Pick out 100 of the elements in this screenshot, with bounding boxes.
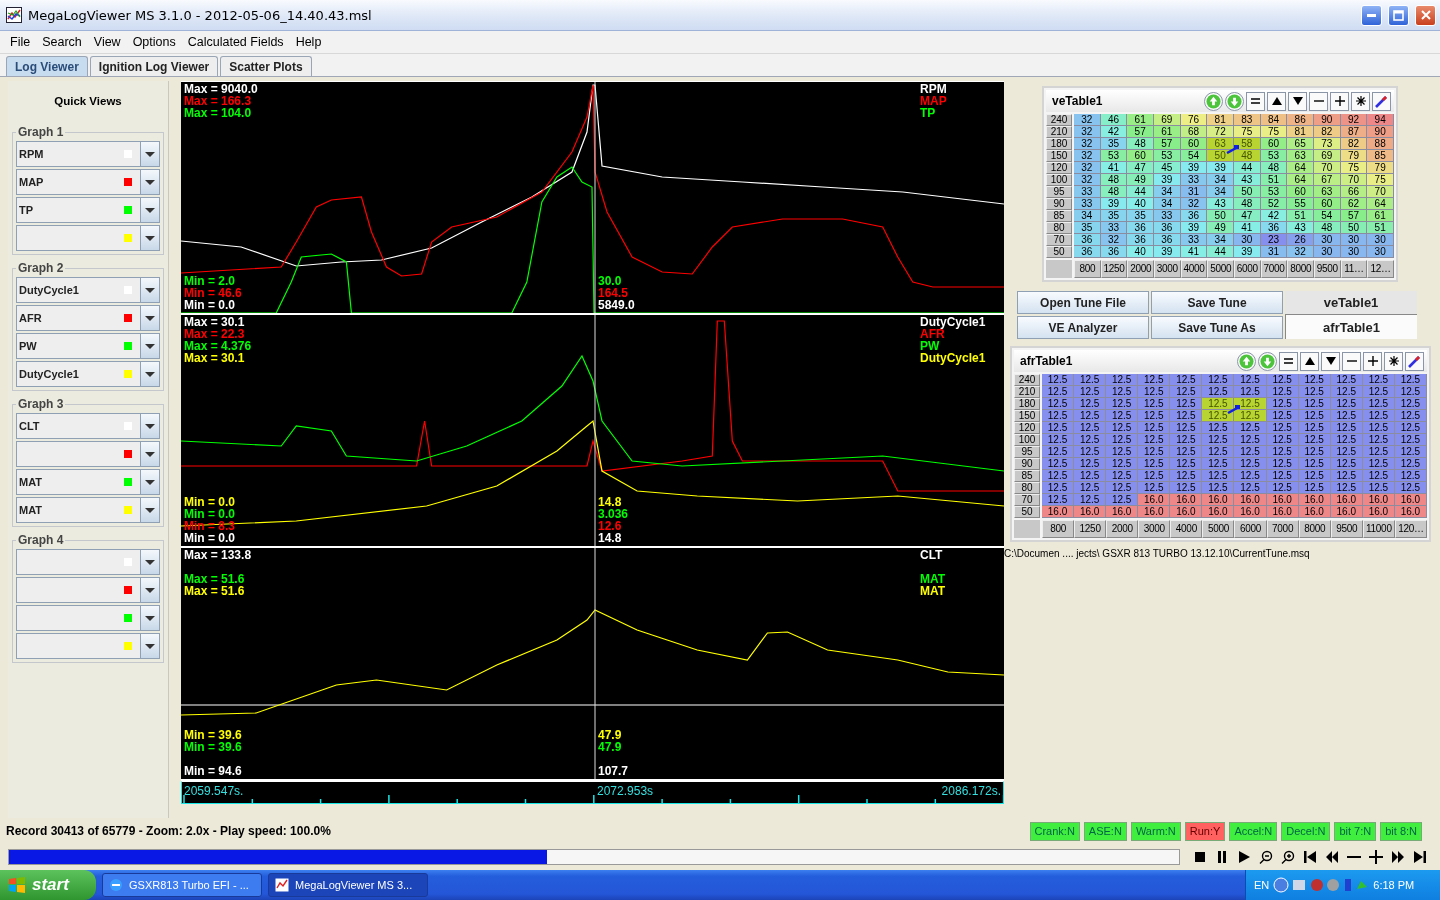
table-cell[interactable]: 51 bbox=[1287, 210, 1314, 222]
table-cell[interactable]: 60 bbox=[1314, 198, 1341, 210]
table-cell[interactable]: 12.5 bbox=[1042, 458, 1075, 470]
table-cell[interactable]: 90 bbox=[1314, 114, 1341, 126]
table-cell[interactable]: 16.0 bbox=[1042, 506, 1075, 518]
table-cell[interactable]: 75 bbox=[1367, 174, 1394, 186]
table-cell[interactable]: 32 bbox=[1074, 162, 1101, 174]
table-cell[interactable]: 70 bbox=[1367, 186, 1394, 198]
dropdown-button[interactable] bbox=[140, 606, 159, 630]
table-cell[interactable]: 16.0 bbox=[1170, 506, 1203, 518]
table-cell[interactable]: 63 bbox=[1207, 138, 1234, 150]
table-cell[interactable]: 12.5 bbox=[1362, 386, 1395, 398]
table-cell[interactable]: 36 bbox=[1100, 246, 1128, 258]
edit-button[interactable] bbox=[1405, 351, 1424, 371]
table-cell[interactable]: 12.5 bbox=[1234, 386, 1267, 398]
table-cell[interactable]: 30 bbox=[1340, 234, 1368, 246]
table-cell[interactable]: 12.5 bbox=[1266, 398, 1299, 410]
table-cell[interactable]: 53 bbox=[1154, 150, 1181, 162]
table-cell[interactable]: 12.5 bbox=[1298, 434, 1331, 446]
table-cell[interactable]: 60 bbox=[1127, 150, 1154, 162]
table-cell[interactable]: 48 bbox=[1100, 174, 1128, 186]
table-cell[interactable]: 94 bbox=[1367, 114, 1394, 126]
table-cell[interactable]: 16.0 bbox=[1298, 494, 1331, 506]
table-cell[interactable]: 12.5 bbox=[1138, 446, 1171, 458]
plus-speed-button[interactable] bbox=[1368, 849, 1384, 865]
table-cell[interactable]: 45 bbox=[1154, 162, 1181, 174]
table-cell[interactable]: 12.5 bbox=[1042, 434, 1075, 446]
plus-button[interactable] bbox=[1363, 351, 1382, 371]
table-cell[interactable]: 12.5 bbox=[1106, 494, 1139, 506]
table-cell[interactable]: 12.5 bbox=[1042, 410, 1075, 422]
dropdown-button[interactable] bbox=[140, 498, 159, 522]
table-cell[interactable]: 12.5 bbox=[1202, 374, 1235, 386]
table-tab[interactable]: afrTable1 bbox=[1285, 315, 1417, 339]
table-cell[interactable]: 12.5 bbox=[1202, 410, 1235, 422]
table-cell[interactable]: 12.5 bbox=[1202, 434, 1235, 446]
table-cell[interactable]: 47 bbox=[1127, 162, 1154, 174]
table-cell[interactable]: 16.0 bbox=[1138, 506, 1171, 518]
menu-item[interactable]: Calculated Fields bbox=[181, 35, 290, 49]
table-cell[interactable]: 12.5 bbox=[1170, 446, 1203, 458]
field-dropdown[interactable] bbox=[16, 577, 160, 603]
table-cell[interactable]: 12.5 bbox=[1170, 458, 1203, 470]
table-cell[interactable]: 12.5 bbox=[1394, 386, 1427, 398]
tab[interactable]: Ignition Log Viewer bbox=[89, 56, 219, 76]
table-cell[interactable]: 30 bbox=[1367, 234, 1394, 246]
table-cell[interactable]: 12.5 bbox=[1362, 482, 1395, 494]
dropdown-button[interactable] bbox=[140, 334, 159, 358]
table-cell[interactable]: 16.0 bbox=[1394, 506, 1427, 518]
table-cell[interactable]: 85 bbox=[1367, 150, 1394, 162]
table-cell[interactable]: 12.5 bbox=[1106, 410, 1139, 422]
table-cell[interactable]: 36 bbox=[1127, 234, 1154, 246]
table-cell[interactable]: 12.5 bbox=[1234, 422, 1267, 434]
table-cell[interactable]: 12.5 bbox=[1362, 446, 1395, 458]
dropdown-button[interactable] bbox=[140, 198, 159, 222]
table-cell[interactable]: 57 bbox=[1154, 138, 1181, 150]
plus-button[interactable] bbox=[1330, 91, 1349, 111]
table-cell[interactable]: 33 bbox=[1100, 222, 1128, 234]
table-cell[interactable]: 16.0 bbox=[1330, 506, 1363, 518]
table-cell[interactable]: 82 bbox=[1314, 126, 1341, 138]
table-cell[interactable]: 12.5 bbox=[1394, 446, 1427, 458]
table-cell[interactable]: 72 bbox=[1207, 126, 1234, 138]
cursor-line[interactable] bbox=[594, 82, 596, 313]
table-cell[interactable]: 26 bbox=[1287, 234, 1314, 246]
menu-item[interactable]: Options bbox=[126, 35, 182, 49]
table-cell[interactable]: 33 bbox=[1154, 210, 1181, 222]
table-cell[interactable]: 31 bbox=[1180, 186, 1208, 198]
table-cell[interactable]: 12.5 bbox=[1138, 374, 1171, 386]
table-cell[interactable]: 64 bbox=[1287, 162, 1314, 174]
field-dropdown[interactable] bbox=[16, 633, 160, 659]
table-cell[interactable]: 57 bbox=[1127, 126, 1154, 138]
table-cell[interactable]: 84 bbox=[1260, 114, 1288, 126]
table-cell[interactable]: 53 bbox=[1260, 186, 1288, 198]
table-cell[interactable]: 12.5 bbox=[1234, 434, 1267, 446]
taskbar-button[interactable]: GSXR813 Turbo EFI - ... bbox=[102, 873, 262, 897]
table-cell[interactable]: 12.5 bbox=[1170, 422, 1203, 434]
increase-button[interactable] bbox=[1267, 91, 1286, 111]
field-dropdown[interactable]: TP bbox=[16, 197, 160, 223]
table-cell[interactable]: 51 bbox=[1367, 222, 1394, 234]
table-cell[interactable]: 12.5 bbox=[1266, 458, 1299, 470]
dropdown-button[interactable] bbox=[140, 306, 159, 330]
table-cell[interactable]: 12.5 bbox=[1234, 482, 1267, 494]
table-cell[interactable]: 48 bbox=[1260, 162, 1288, 174]
table-cell[interactable]: 12.5 bbox=[1362, 458, 1395, 470]
table-cell[interactable]: 12.5 bbox=[1234, 446, 1267, 458]
table-cell[interactable]: 52 bbox=[1260, 198, 1288, 210]
table-cell[interactable]: 12.5 bbox=[1298, 446, 1331, 458]
table-cell[interactable]: 12.5 bbox=[1202, 470, 1235, 482]
table-cell[interactable]: 83 bbox=[1234, 114, 1261, 126]
tune-button[interactable]: Save Tune bbox=[1151, 291, 1283, 314]
dropdown-button[interactable] bbox=[140, 142, 159, 166]
field-dropdown[interactable]: DutyCycle1 bbox=[16, 277, 160, 303]
table-cell[interactable]: 70 bbox=[1314, 162, 1341, 174]
table-cell[interactable]: 12.5 bbox=[1394, 434, 1427, 446]
table-cell[interactable]: 92 bbox=[1340, 114, 1368, 126]
table-cell[interactable]: 12.5 bbox=[1074, 482, 1107, 494]
table-cell[interactable]: 12.5 bbox=[1170, 470, 1203, 482]
table-cell[interactable]: 79 bbox=[1340, 150, 1368, 162]
table-cell[interactable]: 12.5 bbox=[1266, 374, 1299, 386]
table-cell[interactable]: 12.5 bbox=[1138, 386, 1171, 398]
table-cell[interactable]: 75 bbox=[1340, 162, 1368, 174]
table-cell[interactable]: 48 bbox=[1314, 222, 1341, 234]
